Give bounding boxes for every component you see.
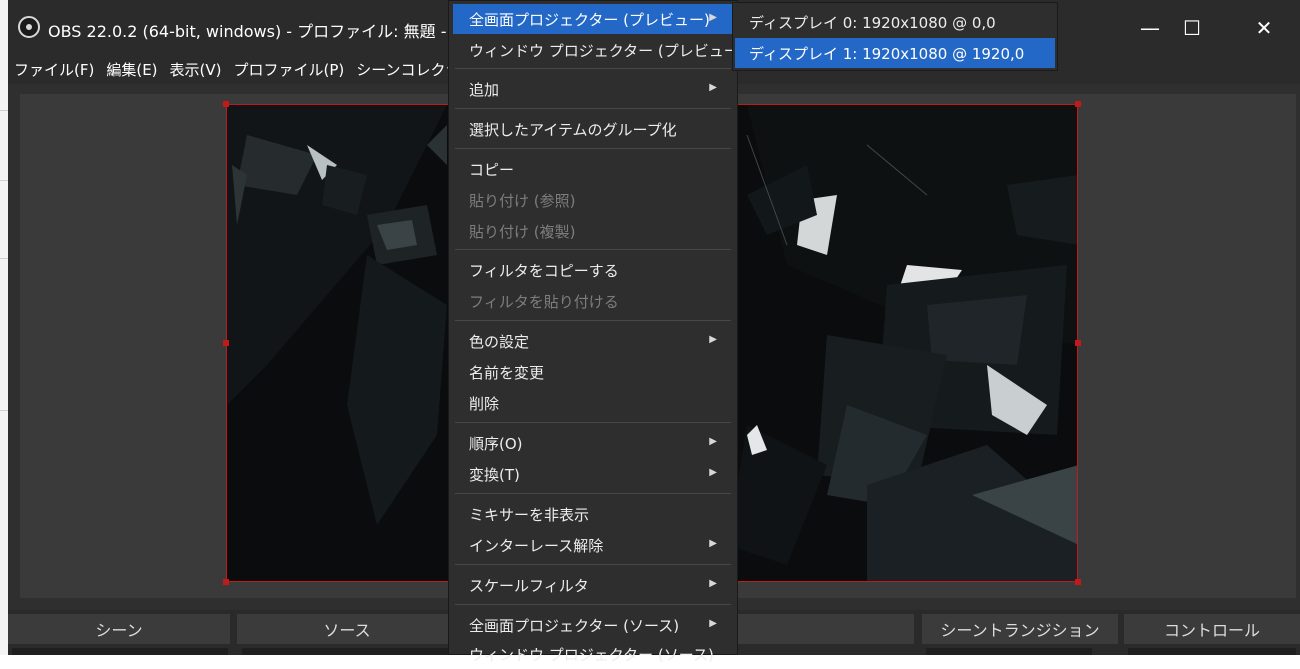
- submenu-arrow-icon: ▶: [709, 82, 717, 93]
- display-submenu: ディスプレイ 0: 1920x1080 @ 0,0 ディスプレイ 1: 1920…: [732, 2, 1058, 71]
- menu-item-label: 全画面プロジェクター (ソース): [469, 616, 680, 635]
- menu-item-label: 順序(O): [469, 434, 523, 453]
- menu-item-deinterlace[interactable]: インターレース解除 ▶: [453, 530, 733, 560]
- submenu-arrow-icon: ▶: [709, 467, 717, 478]
- window-title: OBS 22.0.2 (64-bit, windows) - プロファイル: 無…: [48, 22, 468, 41]
- dock-tab-sources[interactable]: ソース: [237, 614, 457, 644]
- obs-logo-icon: [18, 16, 40, 38]
- menu-item-label: 色の設定: [469, 332, 530, 351]
- menu-item-window-projector-source[interactable]: ウィンドウ プロジェクター (ソース): [453, 639, 733, 669]
- menu-separator: [455, 604, 731, 605]
- maximize-icon: ☐: [1183, 16, 1201, 40]
- preview-context-menu: 全画面プロジェクター (プレビュー) ▶ ウィンドウ プロジェクター (プレビュ…: [448, 0, 745, 664]
- resize-handle[interactable]: [1075, 340, 1081, 346]
- dock-tab-label: シーン: [95, 621, 143, 640]
- menu-item-hide-mixer[interactable]: ミキサーを非表示: [453, 499, 733, 529]
- menu-separator: [455, 108, 731, 109]
- menu-item-label: 名前を変更: [469, 363, 545, 382]
- menu-item-label: コピー: [469, 160, 515, 179]
- menu-item-add[interactable]: 追加 ▶: [453, 74, 733, 104]
- scene-list[interactable]: [12, 648, 228, 655]
- desktop-divider: [0, 410, 8, 411]
- menu-item-label: 変換(T): [469, 465, 520, 484]
- menu-item-label: 削除: [469, 394, 500, 413]
- desktop-divider: [0, 180, 8, 181]
- menu-item-label: インターレース解除: [469, 536, 604, 555]
- menu-view[interactable]: 表示(V): [164, 59, 228, 80]
- menu-separator: [455, 564, 731, 565]
- dock-tab-label: シーントランジション: [940, 621, 1100, 640]
- resize-handle[interactable]: [1075, 579, 1081, 585]
- menu-item-fullscreen-projector-source[interactable]: 全画面プロジェクター (ソース) ▶: [453, 610, 733, 640]
- menu-item-delete[interactable]: 削除: [453, 388, 733, 418]
- stream-button[interactable]: [1128, 648, 1296, 655]
- menu-item-label: ミキサーを非表示: [469, 505, 590, 524]
- menu-item-group-selected[interactable]: 選択したアイテムのグループ化: [453, 114, 733, 144]
- maximize-button[interactable]: ☐: [1162, 10, 1222, 46]
- menu-item-color-settings[interactable]: 色の設定 ▶: [453, 326, 733, 356]
- menu-item-label: スケールフィルタ: [469, 576, 589, 595]
- menu-item-label: 選択したアイテムのグループ化: [469, 120, 677, 139]
- dock-tab-label: ソース: [323, 621, 371, 640]
- minimize-icon: —: [1140, 16, 1160, 40]
- resize-handle[interactable]: [223, 101, 229, 107]
- submenu-arrow-icon: ▶: [709, 436, 717, 447]
- dock-tab-controls[interactable]: コントロール: [1124, 614, 1300, 644]
- menu-item-rename[interactable]: 名前を変更: [453, 357, 733, 387]
- desktop-divider: [0, 110, 8, 111]
- menu-item-label: ウィンドウ プロジェクター (プレビュー): [469, 41, 745, 60]
- menu-item-label: 全画面プロジェクター (プレビュー): [469, 10, 710, 29]
- submenu-arrow-icon: ▶: [709, 12, 717, 23]
- desktop-divider: [0, 258, 8, 259]
- background-desktop: [0, 0, 8, 655]
- menu-item-order[interactable]: 順序(O) ▶: [453, 428, 733, 458]
- menu-item-label: ウィンドウ プロジェクター (ソース): [469, 645, 714, 664]
- menu-item-copy[interactable]: コピー: [453, 154, 733, 184]
- menu-item-paste-reference: 貼り付け (参照): [453, 185, 733, 215]
- menu-separator: [455, 249, 731, 250]
- menu-item-scale-filter[interactable]: スケールフィルタ ▶: [453, 570, 733, 600]
- menu-item-label: 追加: [469, 80, 500, 99]
- source-list[interactable]: [242, 648, 452, 655]
- menu-item-label: 貼り付け (参照): [469, 191, 576, 210]
- menu-separator: [455, 68, 731, 69]
- menu-separator: [455, 493, 731, 494]
- submenu-item-label: ディスプレイ 1: 1920x1080 @ 1920,0: [749, 44, 1025, 63]
- transition-select[interactable]: [926, 648, 1092, 655]
- dock-tab-label: コントロール: [1163, 621, 1260, 640]
- submenu-arrow-icon: ▶: [709, 334, 717, 345]
- submenu-arrow-icon: ▶: [709, 538, 717, 549]
- menu-item-label: フィルタを貼り付ける: [469, 292, 619, 311]
- menu-item-fullscreen-projector-preview[interactable]: 全画面プロジェクター (プレビュー) ▶: [453, 4, 733, 34]
- menu-item-copy-filters[interactable]: フィルタをコピーする: [453, 255, 733, 285]
- menu-item-window-projector-preview[interactable]: ウィンドウ プロジェクター (プレビュー): [453, 35, 745, 65]
- menu-edit[interactable]: 編集(E): [100, 59, 163, 80]
- dock-tab-scenes[interactable]: シーン: [8, 614, 230, 644]
- menu-item-transform[interactable]: 変換(T) ▶: [453, 459, 733, 489]
- resize-handle[interactable]: [223, 579, 229, 585]
- menu-profile[interactable]: プロファイル(P): [228, 59, 351, 80]
- menu-item-paste-filters: フィルタを貼り付ける: [453, 286, 733, 316]
- submenu-arrow-icon: ▶: [709, 578, 717, 589]
- close-icon: ✕: [1255, 16, 1273, 40]
- submenu-item-display-1[interactable]: ディスプレイ 1: 1920x1080 @ 1920,0: [735, 38, 1055, 68]
- menu-item-label: フィルタをコピーする: [469, 261, 619, 280]
- menu-separator: [455, 320, 731, 321]
- menu-item-paste-duplicate: 貼り付け (複製): [453, 216, 733, 246]
- menu-item-label: 貼り付け (複製): [469, 222, 576, 241]
- menu-file[interactable]: ファイル(F): [8, 59, 100, 80]
- dock-tab-mixer[interactable]: [738, 614, 914, 644]
- resize-handle[interactable]: [1075, 101, 1081, 107]
- dock-tab-transitions[interactable]: シーントランジション: [922, 614, 1118, 644]
- submenu-item-label: ディスプレイ 0: 1920x1080 @ 0,0: [749, 13, 996, 32]
- menu-separator: [455, 422, 731, 423]
- close-button[interactable]: ✕: [1234, 10, 1294, 46]
- resize-handle[interactable]: [223, 340, 229, 346]
- submenu-arrow-icon: ▶: [709, 618, 717, 629]
- menu-separator: [455, 148, 731, 149]
- submenu-item-display-0[interactable]: ディスプレイ 0: 1920x1080 @ 0,0: [735, 7, 1055, 37]
